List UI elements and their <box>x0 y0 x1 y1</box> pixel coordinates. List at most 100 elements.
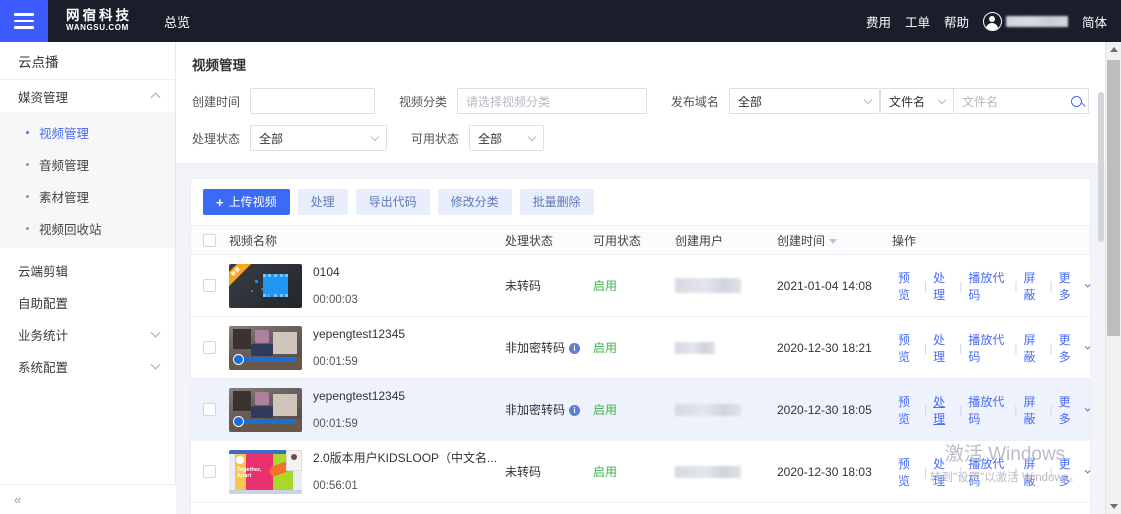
sort-descending-icon[interactable] <box>829 238 838 244</box>
scrollbar-down-arrow-icon[interactable] <box>1106 499 1121 514</box>
sidebar-item-video-management[interactable]: 视频管理 <box>0 116 175 148</box>
export-code-button[interactable]: 导出代码 <box>355 189 430 215</box>
action-process[interactable]: 处理 <box>927 455 959 489</box>
action-preview[interactable]: 预览 <box>892 269 924 303</box>
video-title[interactable]: 2.0版本用户KIDSLOOP（中文名... <box>313 451 497 467</box>
sidebar-collapse-button[interactable]: « <box>0 484 176 514</box>
sidebar-item-label: 业务统计 <box>18 328 69 343</box>
process-status-select[interactable]: 全部 <box>250 125 387 151</box>
language-switch[interactable]: 简体 <box>1082 12 1107 31</box>
row-checkbox[interactable] <box>203 341 216 354</box>
action-more[interactable]: 更多 <box>1053 393 1085 427</box>
action-preview[interactable]: 预览 <box>892 455 924 489</box>
action-play-code[interactable]: 播放代码 <box>962 393 1014 427</box>
sidebar-item-self-config[interactable]: 自助配置 <box>0 286 175 318</box>
thumb-shape <box>233 328 251 349</box>
plus-icon: + <box>216 194 224 210</box>
video-thumbnail[interactable] <box>229 387 302 432</box>
video-title[interactable]: yepengtest12345 <box>313 327 405 343</box>
action-preview[interactable]: 预览 <box>892 393 924 427</box>
action-more[interactable]: 更多 <box>1053 455 1085 489</box>
header-link-ticket[interactable]: 工单 <box>905 12 930 31</box>
thumb-shape <box>229 489 302 494</box>
action-block[interactable]: 屏蔽 <box>1017 269 1049 303</box>
user-account-menu[interactable] <box>982 11 1068 31</box>
row-checkbox[interactable] <box>203 465 216 478</box>
nav-overview-title[interactable]: 总览 <box>164 12 190 31</box>
action-play-code[interactable]: 播放代码 <box>962 455 1014 489</box>
select-all-checkbox[interactable] <box>203 233 216 247</box>
username-redacted <box>1005 15 1068 27</box>
create-time-cell: 2020-12-30 18:21 <box>777 340 872 355</box>
modify-category-button[interactable]: 修改分类 <box>437 189 512 215</box>
avail-status-select[interactable]: 全部 <box>469 125 544 151</box>
action-play-code[interactable]: 播放代码 <box>962 269 1014 303</box>
column-header-process-status[interactable]: 处理状态 <box>505 232 593 249</box>
action-process[interactable]: 处理 <box>927 393 959 427</box>
row-checkbox[interactable] <box>203 403 216 416</box>
sidebar-item-label: 云端剪辑 <box>18 264 69 279</box>
sidebar-item-audio-management[interactable]: 音频管理 <box>0 148 175 180</box>
column-header-avail-status[interactable]: 可用状态 <box>593 232 675 249</box>
chevron-down-icon[interactable] <box>1084 466 1090 474</box>
action-process[interactable]: 处理 <box>927 331 959 365</box>
label-avail-status: 可用状态 <box>411 131 460 146</box>
search-icon[interactable] <box>1071 95 1082 107</box>
video-name-cell: Together, Apart 2.0版本用户KIDSLOOP（中文名... 00… <box>229 449 505 494</box>
column-header-create-time[interactable]: 创建时间 <box>777 232 892 249</box>
video-category-input[interactable]: 请选择视频分类 <box>457 88 647 114</box>
sidebar-group-system-config[interactable]: 系统配置 <box>0 350 175 382</box>
chevron-down-icon[interactable] <box>1084 280 1090 288</box>
action-preview[interactable]: 预览 <box>892 331 924 365</box>
process-status-cell: 未转码 <box>505 465 542 479</box>
search-input[interactable]: 文件名 <box>954 88 1089 114</box>
sidebar-item-material-management[interactable]: 素材管理 <box>0 180 175 212</box>
operations-cell: 预览 | 处理 | 播放代码 | 屏蔽 | 更多 <box>892 269 1090 303</box>
video-thumbnail[interactable]: 新建 <box>229 263 302 308</box>
hamburger-menu-icon[interactable] <box>0 0 48 42</box>
process-button[interactable]: 处理 <box>297 189 348 215</box>
sidebar-group-media[interactable]: 媒资管理 <box>0 80 175 112</box>
sidebar-group-business-stats[interactable]: 业务统计 <box>0 318 175 350</box>
action-block[interactable]: 屏蔽 <box>1017 393 1049 427</box>
action-block[interactable]: 屏蔽 <box>1017 455 1049 489</box>
sidebar-item-label: 视频回收站 <box>39 222 102 237</box>
action-more[interactable]: 更多 <box>1053 269 1085 303</box>
sidebar-item-cloud-editing[interactable]: 云端剪辑 <box>0 254 175 286</box>
process-status-cell: 非加密转码 i <box>505 401 593 418</box>
action-block[interactable]: 屏蔽 <box>1017 331 1049 365</box>
info-icon[interactable]: i <box>569 343 581 354</box>
page-scrollbar[interactable] <box>1105 42 1121 514</box>
search-type-select[interactable]: 文件名 <box>880 88 954 114</box>
video-title[interactable]: yepengtest12345 <box>313 389 405 405</box>
action-more[interactable]: 更多 <box>1053 331 1085 365</box>
create-time-input[interactable] <box>250 88 376 114</box>
table-row[interactable]: yepengtest12345 00:01:59 非加密转码 i 启用 2020-… <box>191 379 1090 441</box>
action-play-code[interactable]: 播放代码 <box>962 331 1014 365</box>
sidebar-item-video-recycle-bin[interactable]: 视频回收站 <box>0 212 175 244</box>
table-row[interactable]: Together, Apart 2.0版本用户KIDSLOOP（中文名... 00… <box>191 441 1090 503</box>
header-link-help[interactable]: 帮助 <box>944 12 969 31</box>
chevron-down-icon[interactable] <box>1084 404 1090 412</box>
chevron-down-icon[interactable] <box>1084 342 1090 350</box>
row-checkbox[interactable] <box>203 279 216 292</box>
table-row[interactable]: yepengtest12345 00:01:59 非加密转码 i 启用 2020-… <box>191 317 1090 379</box>
upload-video-button[interactable]: + 上传视频 <box>203 189 290 215</box>
sidebar-navigation: 云点播 媒资管理 视频管理 音频管理 素材管理 视频回收站 云端剪辑 自助配置 … <box>0 42 176 514</box>
video-title[interactable]: 0104 <box>313 265 358 281</box>
create-time-cell: 2021-01-04 14:08 <box>777 278 872 293</box>
scrollbar-up-arrow-icon[interactable] <box>1106 42 1121 57</box>
info-icon[interactable]: i <box>569 405 581 416</box>
column-header-create-user[interactable]: 创建用户 <box>675 232 777 249</box>
action-process[interactable]: 处理 <box>927 269 959 303</box>
search-type-value: 文件名 <box>889 94 926 109</box>
column-header-video-name[interactable]: 视频名称 <box>229 232 505 249</box>
scrollbar-thumb[interactable] <box>1107 60 1120 336</box>
table-row[interactable]: 新建 0104 00:00:03 未转码 启用 2021-01-04 14:08… <box>191 255 1090 317</box>
video-thumbnail[interactable] <box>229 325 302 370</box>
search-group: 文件名 文件名 <box>880 88 1089 114</box>
publish-domain-select[interactable]: 全部 <box>728 88 880 114</box>
video-thumbnail[interactable]: Together, Apart <box>229 449 302 494</box>
batch-delete-button[interactable]: 批量删除 <box>519 189 594 215</box>
header-link-fee[interactable]: 费用 <box>866 12 891 31</box>
